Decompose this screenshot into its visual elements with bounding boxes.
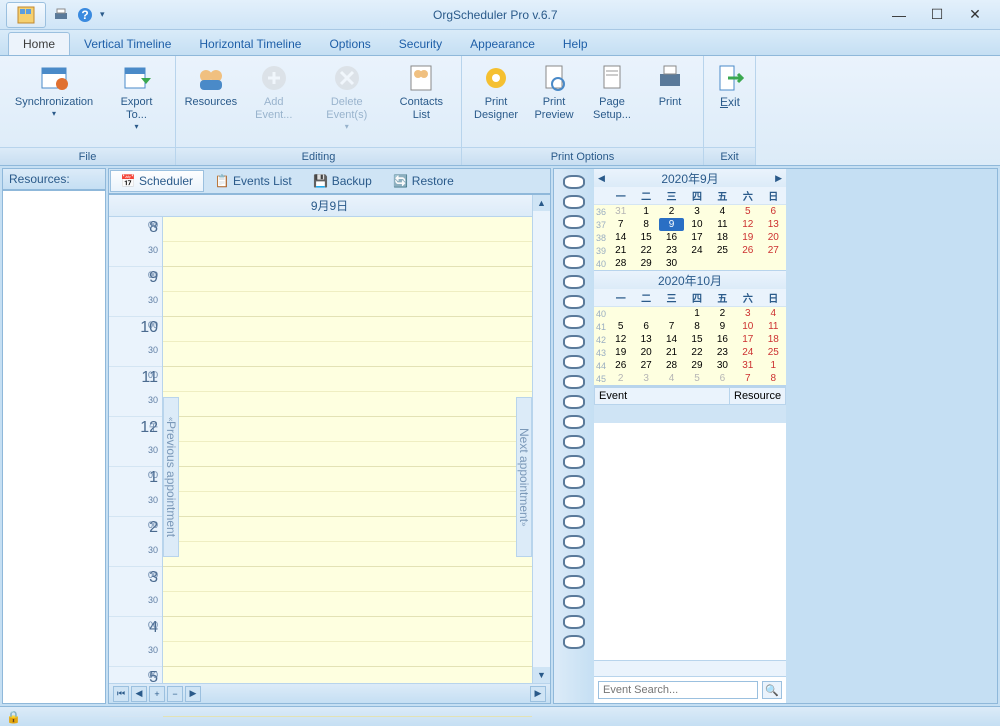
delete-event-button: Delete Event(s)▾ <box>308 60 386 133</box>
close-button[interactable]: ✕ <box>962 5 988 25</box>
search-box: 🔍 <box>594 676 786 703</box>
delete-event-icon <box>331 62 363 94</box>
group-label-exit: Exit <box>704 147 755 165</box>
cal-next-icon[interactable]: ▶ <box>775 173 782 184</box>
quick-access-toolbar: ? ▾ <box>6 2 105 28</box>
ribbon-tabs: Home Vertical Timeline Horizontal Timeli… <box>0 30 1000 56</box>
nav-bar: ⏮ ◀ + − ▶ ▶ <box>109 683 550 703</box>
add-event-button: Add Event... <box>242 60 306 124</box>
print-icon[interactable] <box>52 6 70 24</box>
search-input[interactable] <box>598 681 758 699</box>
nav-minus-icon[interactable]: − <box>167 686 183 702</box>
backup-icon: 💾 <box>314 174 328 188</box>
add-event-icon <box>258 62 290 94</box>
date-header: 9月9日 <box>109 195 550 217</box>
resources-body[interactable] <box>2 190 106 704</box>
contacts-button[interactable]: Contacts List <box>388 60 455 124</box>
print-designer-button[interactable]: Print Designer <box>468 60 524 124</box>
event-col-header[interactable]: Event <box>594 387 730 405</box>
resources-panel: Resources: <box>2 168 106 704</box>
time-ruler: 800309003010003011003012午301003020030300… <box>109 217 163 683</box>
group-label-print: Print Options <box>462 147 703 165</box>
gear-icon <box>480 62 512 94</box>
exit-icon <box>714 62 746 94</box>
tab-vertical-timeline[interactable]: Vertical Timeline <box>70 33 185 55</box>
calendar-icon: 📅 <box>121 174 135 188</box>
list-icon: 📋 <box>215 174 229 188</box>
tab-security[interactable]: Security <box>385 33 456 55</box>
event-table-body[interactable] <box>594 405 786 660</box>
tab-horizontal-timeline[interactable]: Horizontal Timeline <box>185 33 315 55</box>
titlebar: ? ▾ OrgScheduler Pro v.6.7 — ☐ ✕ <box>0 0 1000 30</box>
table-row[interactable] <box>594 405 786 423</box>
subtab-scheduler[interactable]: 📅Scheduler <box>110 170 204 192</box>
help-icon[interactable]: ? <box>76 6 94 24</box>
maximize-button[interactable]: ☐ <box>924 5 950 25</box>
print-preview-button[interactable]: Print Preview <box>526 60 582 124</box>
group-label-file: File <box>0 147 175 165</box>
tab-home[interactable]: Home <box>8 32 70 55</box>
page-setup-button[interactable]: Page Setup... <box>584 60 640 124</box>
tab-options[interactable]: Options <box>315 33 384 55</box>
exit-button[interactable]: Exit <box>710 60 750 112</box>
page-setup-icon <box>596 62 628 94</box>
resources-icon <box>195 62 227 94</box>
nav-add-icon[interactable]: + <box>149 686 165 702</box>
window-title: OrgScheduler Pro v.6.7 <box>105 8 886 22</box>
nav-next-icon[interactable]: ▶ <box>185 686 201 702</box>
print-icon <box>654 62 686 94</box>
lock-icon: 🔒 <box>6 710 21 724</box>
cal-prev-icon[interactable]: ◀ <box>598 173 605 184</box>
export-button[interactable]: Export To...▾ <box>104 60 169 133</box>
minimize-button[interactable]: — <box>886 5 912 25</box>
resource-col-header[interactable]: Resource <box>730 387 786 405</box>
vertical-scrollbar[interactable]: ▲ ▼ <box>532 195 550 683</box>
next-appointment-button[interactable]: Next appointment » <box>516 397 532 557</box>
subtabs: 📅Scheduler 📋Events List 💾Backup 🔄Restore <box>108 168 551 194</box>
nav-first-icon[interactable]: ⏮ <box>113 686 129 702</box>
day-column[interactable] <box>163 217 532 683</box>
nav-prev-icon[interactable]: ◀ <box>131 686 147 702</box>
scroll-up-icon[interactable]: ▲ <box>533 195 550 211</box>
group-label-editing: Editing <box>176 147 461 165</box>
calendar-september[interactable]: ◀2020年9月▶ 一二三四五六日36311234563778910111213… <box>594 169 786 271</box>
right-panel: ◀2020年9月▶ 一二三四五六日36311234563778910111213… <box>553 168 998 704</box>
spiral-binding <box>554 169 594 703</box>
prev-appointment-button[interactable]: « Previous appointment <box>163 397 179 557</box>
sync-icon <box>38 62 70 94</box>
print-button[interactable]: Print <box>642 60 698 111</box>
horizontal-scrollbar[interactable] <box>594 660 786 676</box>
resources-header: Resources: <box>2 168 106 190</box>
resources-button[interactable]: Resources <box>182 60 240 111</box>
calendar-october[interactable]: 2020年10月 一二三四五六日401234415678910114212131… <box>594 271 786 386</box>
scroll-down-icon[interactable]: ▼ <box>533 667 550 683</box>
cal1-title: 2020年9月 <box>661 170 718 187</box>
subtab-restore[interactable]: 🔄Restore <box>383 170 465 192</box>
export-icon <box>121 62 153 94</box>
ribbon: Synchronization▾ Export To...▾ File Reso… <box>0 56 1000 166</box>
scheduler-view: 9月9日 800309003010003011003012午3010030200… <box>108 194 551 704</box>
app-button[interactable] <box>6 2 46 28</box>
contacts-icon <box>405 62 437 94</box>
tab-help[interactable]: Help <box>549 33 602 55</box>
event-table: Event Resource <box>594 386 786 676</box>
tab-appearance[interactable]: Appearance <box>456 33 549 55</box>
restore-icon: 🔄 <box>394 174 408 188</box>
nav-right-icon[interactable]: ▶ <box>530 686 546 702</box>
preview-icon <box>538 62 570 94</box>
search-button[interactable]: 🔍 <box>762 681 782 699</box>
synchronization-button[interactable]: Synchronization▾ <box>6 60 102 120</box>
subtab-backup[interactable]: 💾Backup <box>303 170 383 192</box>
svg-text:?: ? <box>81 8 88 22</box>
cal2-title: 2020年10月 <box>658 272 722 289</box>
main-area: Resources: 📅Scheduler 📋Events List 💾Back… <box>0 166 1000 706</box>
subtab-events-list[interactable]: 📋Events List <box>204 170 303 192</box>
